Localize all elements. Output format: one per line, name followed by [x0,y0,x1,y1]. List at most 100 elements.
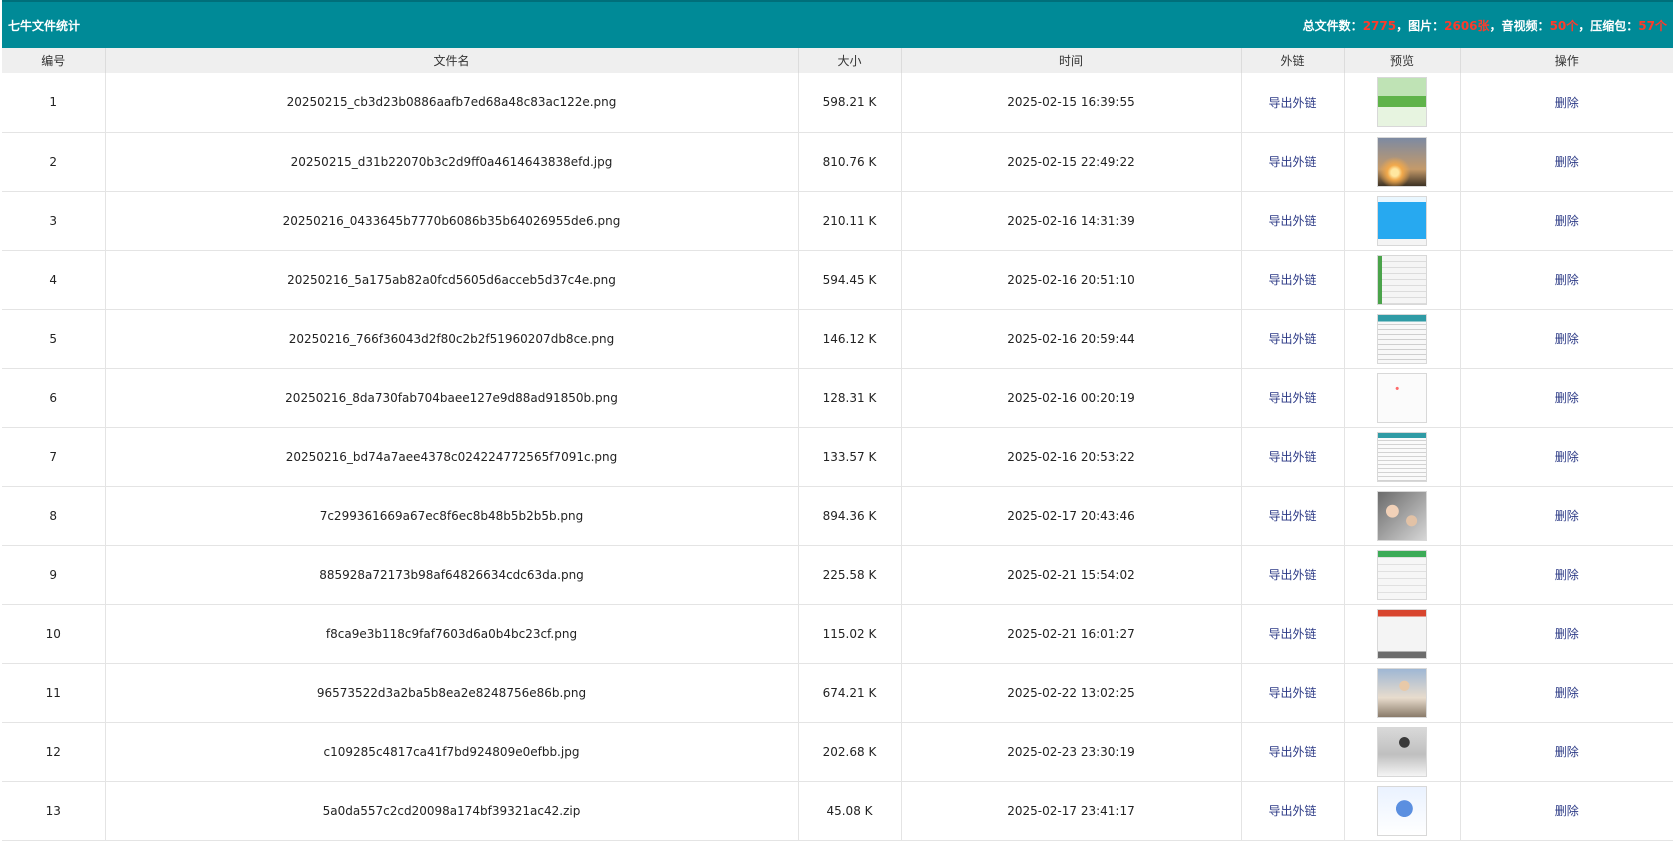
export-link-button[interactable]: 导出外链 [1268,450,1316,464]
stats-separator: ， [1489,18,1502,33]
stats-separator: ， [1578,18,1591,33]
preview-cell [1344,722,1461,782]
export-link-button[interactable]: 导出外链 [1268,332,1316,346]
delete-button[interactable]: 删除 [1555,332,1579,346]
preview-thumbnail[interactable] [1377,785,1427,836]
file-name: 20250215_d31b22070b3c2d9ff0a4614643838ef… [105,132,799,192]
preview-thumbnail[interactable] [1377,667,1427,718]
preview-cell [1344,781,1461,841]
archives-label: 压缩包： [1590,18,1639,33]
file-table: 编号 文件名 大小 时间 外链 预览 操作 1 20250215_cb3d23b0… [2,48,1673,841]
preview-thumbnail[interactable] [1377,549,1427,600]
export-link-button[interactable]: 导出外链 [1268,96,1316,110]
upload-time: 2025-02-15 16:39:55 [901,73,1242,133]
column-header-time: 时间 [901,48,1242,73]
export-link-cell: 导出外链 [1241,427,1345,487]
action-cell: 删除 [1460,604,1673,664]
table-row: 7 20250216_bd74a7aee4378c024224772565f709… [2,427,1673,487]
export-link-button[interactable]: 导出外链 [1268,804,1316,818]
file-size: 115.02 K [798,604,902,664]
export-link-cell: 导出外链 [1241,781,1345,841]
upload-time: 2025-02-15 22:49:22 [901,132,1242,192]
file-stats-summary: 总文件数：2775，图片：2606张，音视频：50个，压缩包：57个 [1303,17,1667,34]
preview-thumbnail[interactable] [1377,431,1427,482]
column-header-action: 操作 [1460,48,1673,73]
preview-cell [1344,427,1461,487]
export-link-cell: 导出外链 [1241,250,1345,310]
export-link-cell: 导出外链 [1241,663,1345,723]
delete-button[interactable]: 删除 [1555,273,1579,287]
delete-button[interactable]: 删除 [1555,509,1579,523]
preview-thumbnail[interactable] [1377,195,1427,246]
export-link-button[interactable]: 导出外链 [1268,391,1316,405]
file-name: 20250216_5a175ab82a0fcd5605d6acceb5d37c4… [105,250,799,310]
file-name: 885928a72173b98af64826634cdc63da.png [105,545,799,605]
preview-thumbnail[interactable] [1377,726,1427,777]
preview-thumbnail[interactable] [1377,490,1427,541]
preview-cell [1344,663,1461,723]
row-id: 5 [2,309,106,369]
file-name: 5a0da557c2cd20098a174bf39321ac42.zip [105,781,799,841]
export-link-cell: 导出外链 [1241,191,1345,251]
upload-time: 2025-02-16 20:53:22 [901,427,1242,487]
export-link-button[interactable]: 导出外链 [1268,155,1316,169]
preview-cell [1344,368,1461,428]
delete-button[interactable]: 删除 [1555,450,1579,464]
preview-thumbnail[interactable] [1377,254,1427,305]
export-link-button[interactable]: 导出外链 [1268,509,1316,523]
column-header-filename: 文件名 [105,48,799,73]
file-size: 45.08 K [798,781,902,841]
column-header-size: 大小 [798,48,902,73]
upload-time: 2025-02-17 23:41:17 [901,781,1242,841]
export-link-cell: 导出外链 [1241,132,1345,192]
upload-time: 2025-02-17 20:43:46 [901,486,1242,546]
export-link-button[interactable]: 导出外链 [1268,273,1316,287]
row-id: 4 [2,250,106,310]
delete-button[interactable]: 删除 [1555,686,1579,700]
images-label: 图片： [1408,18,1445,33]
delete-button[interactable]: 删除 [1555,745,1579,759]
action-cell: 删除 [1460,73,1673,133]
row-id: 1 [2,73,106,133]
table-row: 5 20250216_766f36043d2f80c2b2f51960207db8… [2,309,1673,369]
export-link-cell: 导出外链 [1241,604,1345,664]
action-cell: 删除 [1460,545,1673,605]
table-row: 11 96573522d3a2ba5b8ea2e8248756e86b.png 67… [2,663,1673,723]
delete-button[interactable]: 删除 [1555,804,1579,818]
delete-button[interactable]: 删除 [1555,568,1579,582]
preview-thumbnail[interactable] [1377,372,1427,423]
preview-thumbnail[interactable] [1377,313,1427,364]
action-cell: 删除 [1460,368,1673,428]
table-row: 12 c109285c4817ca41f7bd924809e0efbb.jpg 20… [2,722,1673,782]
delete-button[interactable]: 删除 [1555,96,1579,110]
page-title: 七牛文件统计 [8,18,81,33]
preview-thumbnail[interactable] [1377,136,1427,187]
file-size: 202.68 K [798,722,902,782]
export-link-button[interactable]: 导出外链 [1268,686,1316,700]
file-size: 225.58 K [798,545,902,605]
export-link-button[interactable]: 导出外链 [1268,627,1316,641]
row-id: 12 [2,722,106,782]
export-link-cell: 导出外链 [1241,545,1345,605]
export-link-button[interactable]: 导出外链 [1268,214,1316,228]
action-cell: 删除 [1460,781,1673,841]
file-name: 20250216_bd74a7aee4378c024224772565f7091… [105,427,799,487]
row-id: 13 [2,781,106,841]
upload-time: 2025-02-16 14:31:39 [901,191,1242,251]
export-link-button[interactable]: 导出外链 [1268,745,1316,759]
upload-time: 2025-02-21 16:01:27 [901,604,1242,664]
preview-thumbnail[interactable] [1377,608,1427,659]
media-value: 50个 [1549,18,1579,33]
preview-thumbnail[interactable] [1377,77,1427,128]
action-cell: 删除 [1460,191,1673,251]
export-link-button[interactable]: 导出外链 [1268,568,1316,582]
media-label: 音视频： [1501,18,1550,33]
delete-button[interactable]: 删除 [1555,214,1579,228]
delete-button[interactable]: 删除 [1555,627,1579,641]
file-name: 7c299361669a67ec8f6ec8b48b5b2b5b.png [105,486,799,546]
action-cell: 删除 [1460,250,1673,310]
delete-button[interactable]: 删除 [1555,391,1579,405]
delete-button[interactable]: 删除 [1555,155,1579,169]
export-link-cell: 导出外链 [1241,73,1345,133]
file-size: 210.11 K [798,191,902,251]
